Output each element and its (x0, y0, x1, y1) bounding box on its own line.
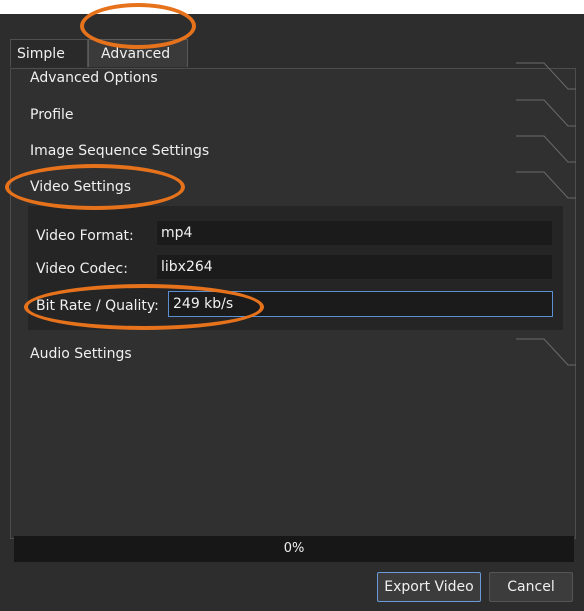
section-profile[interactable]: Profile (18, 98, 576, 134)
section-audio-settings-label: Audio Settings (30, 346, 132, 362)
section-video-settings[interactable]: Video Settings (18, 170, 576, 206)
bitrate-label: Bit Rate / Quality: (36, 298, 159, 314)
section-video-settings-label: Video Settings (30, 179, 132, 195)
section-expander-icon (516, 99, 576, 127)
tab-simple-label: Simple (17, 46, 65, 62)
video-format-label: Video Format: (36, 228, 134, 244)
section-expander-icon (516, 135, 576, 163)
export-progress-bar: 0% (14, 536, 574, 562)
section-image-sequence[interactable]: Image Sequence Settings (18, 134, 576, 170)
tab-advanced-label: Advanced (101, 46, 171, 62)
section-expander-icon (516, 62, 576, 90)
section-advanced-options[interactable]: Advanced Options (18, 61, 576, 97)
export-video-button[interactable]: Export Video (377, 572, 481, 602)
video-format-field[interactable]: mp4 (156, 220, 553, 246)
section-expander-icon (516, 338, 576, 366)
bitrate-field[interactable]: 249 kb/s (168, 291, 553, 317)
section-profile-label: Profile (30, 107, 74, 123)
video-codec-label: Video Codec: (36, 261, 128, 277)
video-codec-field[interactable]: libx264 (156, 254, 553, 280)
section-audio-settings[interactable]: Audio Settings (18, 337, 576, 373)
section-advanced-options-label: Advanced Options (30, 70, 158, 86)
progress-text: 0% (283, 541, 305, 556)
section-expander-icon (516, 171, 576, 199)
section-image-sequence-label: Image Sequence Settings (30, 143, 210, 159)
cancel-button[interactable]: Cancel (489, 572, 573, 602)
